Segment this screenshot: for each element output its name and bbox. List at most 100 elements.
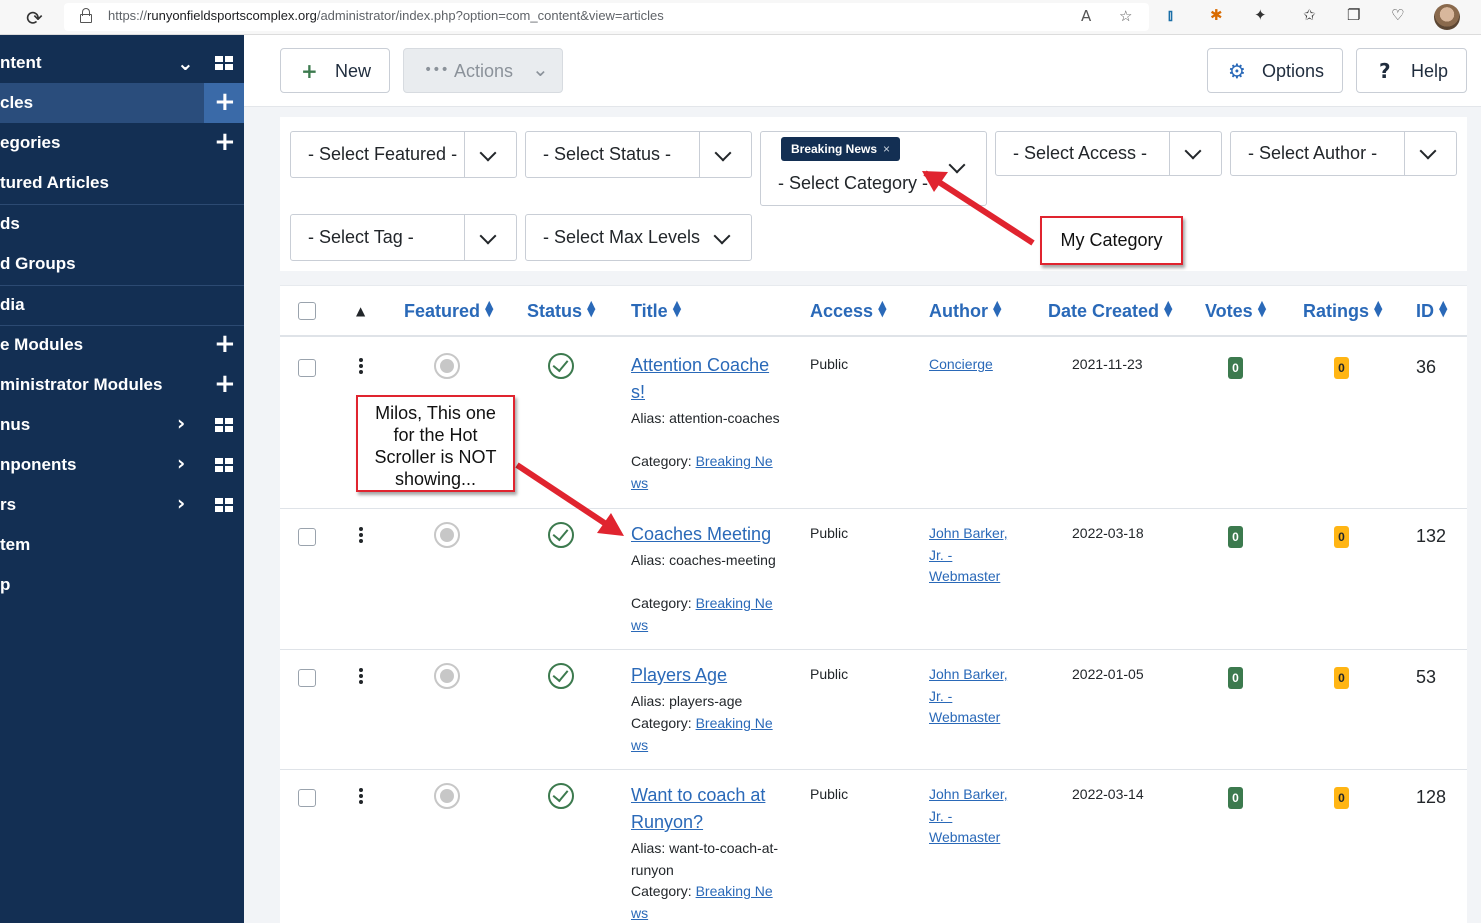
column-date-created[interactable]: Date Created ▲ ▼ (1048, 299, 1173, 322)
row-checkbox[interactable] (298, 528, 316, 546)
row-checkbox[interactable] (298, 359, 316, 377)
new-button[interactable]: + New (280, 48, 390, 93)
ordering-sort-icon[interactable]: ▲ (356, 304, 365, 318)
sidebar-item-field-groups[interactable]: d Groups (0, 244, 244, 284)
sidebar-item-label: d Groups (0, 254, 76, 273)
dashboard-icon[interactable] (215, 418, 233, 433)
select-toggle[interactable] (464, 215, 516, 260)
unfeatured-icon[interactable] (434, 663, 460, 689)
select-toggle[interactable] (934, 132, 986, 205)
address-bar[interactable]: https://runyonfieldsportscomplex.org/adm… (64, 3, 1149, 31)
select-toggle[interactable] (1169, 132, 1221, 175)
extension-icon[interactable]: ⫾ (1168, 6, 1173, 24)
column-title[interactable]: Title ▲ ▼ (631, 299, 681, 322)
sidebar-item-label: nus (0, 415, 31, 434)
select-toggle[interactable] (699, 215, 751, 260)
sidebar-item-articles[interactable]: cles + (0, 83, 244, 123)
unfeatured-icon[interactable] (434, 783, 460, 809)
select-toggle[interactable] (1404, 132, 1456, 175)
sidebar-item-help[interactable]: p (0, 565, 244, 605)
profile-avatar[interactable] (1434, 4, 1460, 30)
options-button[interactable]: ⚙ Options (1207, 48, 1343, 93)
status-filter-select[interactable]: - Select Status - (525, 131, 752, 178)
article-title-link[interactable]: Coaches Meeting (631, 521, 781, 548)
ordering-handle-icon[interactable] (359, 358, 363, 376)
sidebar-item-system[interactable]: tem (0, 525, 244, 565)
plus-icon[interactable]: + (214, 128, 236, 156)
published-check-icon[interactable] (548, 353, 574, 379)
row-checkbox[interactable] (298, 669, 316, 687)
column-ratings[interactable]: Ratings ▲ ▼ (1303, 298, 1383, 322)
sort-icon: ▲ ▼ (1374, 298, 1383, 319)
author-link[interactable]: John Barker, Jr. - Webmaster (929, 664, 1019, 729)
sidebar-item-categories[interactable]: egories + (0, 123, 244, 163)
chevron-down-icon: ⌄ (177, 51, 194, 75)
article-title-link[interactable]: Attention Coaches! (631, 352, 781, 406)
actions-button-label: Actions (454, 61, 514, 81)
sort-icon: ▲ ▼ (587, 298, 596, 319)
remove-chip-icon[interactable]: × (883, 142, 890, 156)
plus-icon[interactable]: + (214, 370, 236, 398)
sidebar-item-content[interactable]: ntent ⌄ (0, 43, 244, 83)
date-created: 2021-11-23 (1072, 356, 1143, 372)
collections-icon[interactable]: ❐ (1347, 6, 1360, 24)
column-status[interactable]: Status ▲ ▼ (527, 298, 596, 322)
plus-icon: + (301, 59, 318, 83)
sidebar-item-featured-articles[interactable]: tured Articles (0, 163, 244, 203)
column-access[interactable]: Access ▲ ▼ (810, 299, 887, 322)
favorites-icon[interactable]: ✩ (1303, 6, 1316, 24)
plus-icon[interactable]: + (214, 330, 236, 358)
sidebar-item-site-modules[interactable]: e Modules + (0, 325, 244, 365)
article-title-link[interactable]: Players Age (631, 662, 781, 689)
author-filter-select[interactable]: - Select Author - (1230, 131, 1457, 176)
author-link[interactable]: John Barker, Jr. - Webmaster (929, 523, 1019, 588)
category-filter-select[interactable]: Breaking News × - Select Category - (760, 131, 987, 206)
sidebar-item-media[interactable]: dia (0, 285, 244, 325)
article-id: 36 (1416, 357, 1437, 377)
tag-filter-select[interactable]: - Select Tag - (290, 214, 517, 261)
annotation-hot-scroller-note: Milos, This one for the Hot Scroller is … (356, 395, 515, 492)
column-featured[interactable]: Featured ▲ ▼ (404, 299, 494, 322)
sidebar-item-fields[interactable]: ds (0, 204, 244, 244)
help-button[interactable]: ? Help (1356, 48, 1467, 93)
select-value: - Select Featured - (308, 144, 458, 164)
actions-button[interactable]: ••• Actions ⌄ (403, 48, 563, 93)
column-votes[interactable]: Votes ▲ ▼ (1205, 299, 1266, 322)
author-link[interactable]: Concierge (929, 354, 1019, 376)
dashboard-icon[interactable] (215, 498, 233, 513)
featured-filter-select[interactable]: - Select Featured - (290, 131, 517, 178)
column-author[interactable]: Author ▲ ▼ (929, 299, 1001, 322)
ordering-handle-icon[interactable] (359, 527, 363, 545)
sidebar-item-users[interactable]: rs › (0, 485, 244, 525)
published-check-icon[interactable] (548, 522, 574, 548)
select-all-checkbox[interactable] (298, 302, 316, 320)
published-check-icon[interactable] (548, 783, 574, 809)
favorite-add-icon[interactable]: ☆ (1119, 7, 1132, 25)
access-level: Public (810, 786, 849, 802)
ordering-handle-icon[interactable] (359, 668, 363, 686)
sort-icon: ▲ ▼ (1439, 298, 1448, 319)
author-link[interactable]: John Barker, Jr. - Webmaster (929, 784, 1019, 849)
sidebar-item-components[interactable]: nponents › (0, 445, 244, 485)
row-checkbox[interactable] (298, 789, 316, 807)
access-filter-select[interactable]: - Select Access - (995, 131, 1222, 176)
extensions-puzzle-icon[interactable]: ✦ (1254, 6, 1267, 24)
article-title-link[interactable]: Want to coach at Runyon? (631, 782, 781, 836)
read-aloud-icon[interactable]: A (1081, 7, 1091, 25)
column-id[interactable]: ID ▲ ▼ (1416, 298, 1448, 322)
unfeatured-icon[interactable] (434, 522, 460, 548)
sidebar-item-menus[interactable]: nus › (0, 405, 244, 445)
browser-essentials-icon[interactable]: ♡ (1391, 6, 1404, 24)
dashboard-icon[interactable] (215, 458, 233, 473)
extension-bug-icon[interactable]: ✱ (1210, 6, 1223, 24)
dashboard-icon[interactable] (215, 56, 233, 71)
ordering-handle-icon[interactable] (359, 788, 363, 806)
select-toggle[interactable] (699, 132, 751, 177)
sidebar-item-administrator-modules[interactable]: ministrator Modules + (0, 365, 244, 405)
published-check-icon[interactable] (548, 663, 574, 689)
unfeatured-icon[interactable] (434, 353, 460, 379)
max-levels-filter-select[interactable]: - Select Max Levels (525, 214, 752, 261)
select-toggle[interactable] (464, 132, 516, 177)
reload-icon[interactable]: ⟳ (26, 6, 43, 30)
question-icon: ? (1379, 59, 1391, 83)
